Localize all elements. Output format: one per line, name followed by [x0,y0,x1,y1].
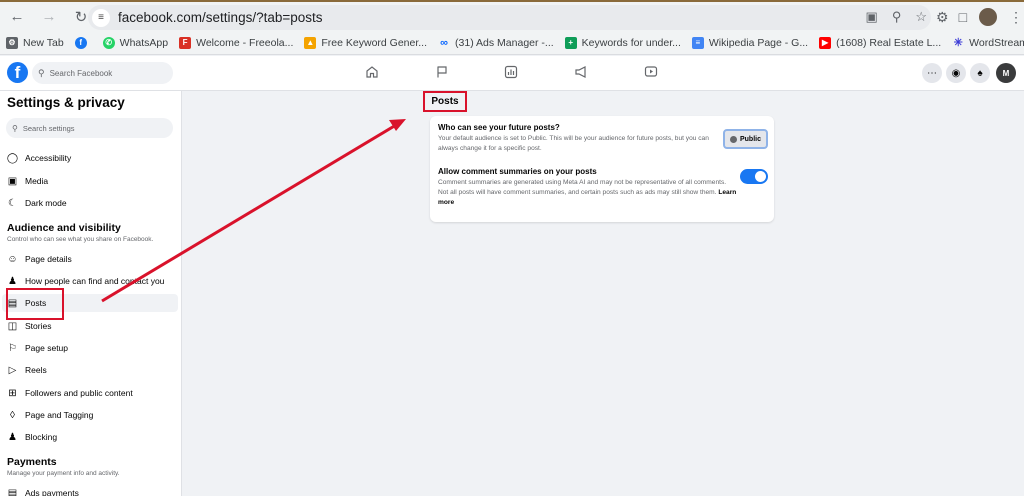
profile-avatar[interactable] [977,6,1000,28]
bookmark-youtube[interactable]: ▶ (1608) Real Estate L... [819,36,941,49]
bookmark-new-tab[interactable]: ⚙ New Tab [6,36,64,49]
comment-summaries-description: Comment summaries are generated using Me… [438,179,737,206]
browser-toolbar: ← → ↻ ≡ facebook.com/settings/?tab=posts… [0,0,1024,31]
sidebar-item-accessibility[interactable]: ◯ Accessibility [6,149,71,167]
meta-icon: ∞ [440,36,448,49]
freeola-icon: F [179,36,192,49]
sidebar-item-dark-mode[interactable]: ☾ Dark mode [6,194,67,212]
sidebar-item-page-details[interactable]: ☺ Page details [6,250,71,268]
facebook-icon: f [74,36,87,49]
page-details-icon: ☺ [7,253,18,265]
megaphone-icon[interactable] [574,65,588,79]
media-icon: ▣ [7,175,18,187]
home-icon[interactable] [365,65,379,79]
stories-icon: ◫ [7,320,18,332]
reels-icon: ▷ [8,364,17,376]
pages-flag-icon[interactable] [435,65,449,79]
sidebar-item-page-tagging[interactable]: ◊ Page and Tagging [6,406,93,424]
bookmark-star-icon[interactable]: ☆ [915,9,927,25]
facebook-header: f ⚲ Search Facebook ⋯ ◉ ♠ M [0,56,1024,91]
bookmark-ads-manager[interactable]: ∞ (31) Ads Manager -... [438,37,554,49]
sidebar-item-page-setup[interactable]: ⚐ Page setup [6,339,68,357]
address-bar[interactable]: ≡ facebook.com/settings/?tab=posts ▣ ⚲ ☆ [88,5,931,30]
blocking-icon: ♟ [8,431,17,443]
zoom-icon[interactable]: ⚲ [892,9,902,25]
sidepanel-icon[interactable]: □ [959,9,967,25]
moon-icon: ☾ [8,197,17,209]
messenger-icon[interactable]: ◉ [946,63,966,83]
page-title: Posts [423,91,467,112]
sidebar-item-reels[interactable]: ▷ Reels [6,361,47,379]
sidebar-item-media[interactable]: ▣ Media [6,172,48,190]
url-text[interactable]: facebook.com/settings/?tab=posts [118,10,323,25]
comment-summaries-label: Allow comment summaries on your posts [438,167,597,176]
flag-icon: ⚐ [8,342,17,354]
bookmark-wordstream[interactable]: ✳WordStream | Free... [952,37,1024,50]
section-payments-subtitle: Manage your payment info and activity. [7,470,120,477]
tag-icon: ◊ [10,409,15,421]
section-audience-subtitle: Control who can see what you share on Fa… [7,236,154,243]
search-icon: ⚲ [12,123,18,133]
toggle-knob [755,171,766,182]
sheets-icon: + [564,36,577,49]
bookmark-freeola[interactable]: F Welcome - Freeola... [179,36,293,49]
facebook-logo-icon[interactable]: f [7,62,28,83]
settings-search-input[interactable]: ⚲ Search settings [6,118,173,138]
keyword-tool-icon: ▲ [304,36,317,49]
notifications-bell-icon[interactable]: ♠ [970,63,990,83]
facebook-search-input[interactable]: ⚲ Search Facebook [32,62,173,84]
followers-icon: ⊞ [8,387,17,399]
comment-summaries-toggle[interactable] [740,169,768,184]
forward-icon[interactable]: → [38,6,60,28]
sidebar-item-followers[interactable]: ⊞ Followers and public content [6,384,132,402]
sidebar-item-blocking[interactable]: ♟ Blocking [6,428,57,446]
whatsapp-icon: ✆ [102,36,115,49]
sidebar-item-ads-payments[interactable]: ▤ Ads payments [6,484,79,496]
menu-icon[interactable]: ⋮ [1009,9,1023,26]
dashboard-icon[interactable] [504,65,518,79]
bookmark-keyword-generator[interactable]: ▲ Free Keyword Gener... [304,36,427,49]
posts-settings-card: Who can see your future posts? Your defa… [430,116,774,222]
globe-icon [729,135,737,143]
sidebar-title: Settings & privacy [7,95,125,110]
bookmark-whatsapp[interactable]: ✆ WhatsApp [102,36,168,49]
wordstream-icon: ✳ [953,37,963,49]
account-avatar[interactable]: M [996,63,1016,83]
back-icon[interactable]: ← [6,6,28,28]
video-icon[interactable] [644,65,658,79]
docs-icon: ≡ [691,36,704,49]
install-app-icon[interactable]: ▣ [866,9,878,25]
youtube-icon: ▶ [819,36,832,49]
audience-public-button[interactable]: Public [723,129,768,149]
menu-grid-icon[interactable]: ⋯ [922,63,942,83]
section-audience-title: Audience and visibility [7,222,121,234]
section-payments-title: Payments [7,456,57,468]
people-icon: ♟ [8,275,17,287]
accessibility-icon: ◯ [6,152,19,164]
extensions-icon[interactable]: ⚙ [936,9,949,26]
new-tab-icon: ⚙ [6,36,18,49]
search-icon: ⚲ [38,67,45,78]
bookmarks-bar: ⚙ New Tab f ✆ WhatsApp F Welcome - Freeola.… [0,31,1024,55]
bookmark-keywords[interactable]: + Keywords for under... [564,36,681,49]
site-info-icon[interactable]: ≡ [92,8,110,27]
bookmark-wikipedia[interactable]: ≡ Wikipedia Page - G... [691,36,808,49]
annotation-highlight-box [6,288,64,320]
ads-payments-icon: ▤ [7,487,18,496]
future-posts-label: Who can see your future posts? [438,123,560,132]
bookmark-facebook[interactable]: f [74,36,92,49]
future-posts-description: Your default audience is set to Public. … [438,135,709,152]
